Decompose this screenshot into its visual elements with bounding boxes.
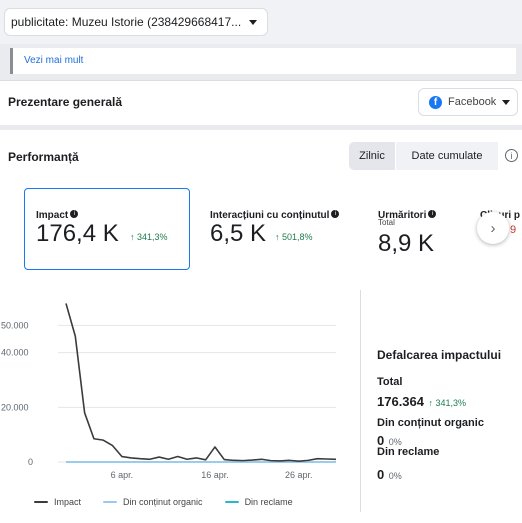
metric-interactions-change: ↑ 501,8%: [275, 232, 313, 242]
y-tick-label: 0: [28, 457, 33, 467]
metric-impact-change: ↑ 341,3%: [130, 232, 168, 242]
metric-interactions-value[interactable]: 6,5 K: [210, 220, 266, 248]
caret-down-icon: [502, 99, 511, 105]
chevron-right-icon[interactable]: ›: [477, 212, 509, 244]
impact-line-chart: 50.000 40.000 20.000 0 6 apr. 16 apr. 26 apr.: [1, 303, 337, 480]
metric-impact-value: 176,4 K: [36, 220, 119, 247]
breakdown-total-label: Total: [377, 376, 403, 388]
info-icon: i: [70, 209, 79, 218]
info-icon: i: [428, 209, 437, 218]
x-tick-label: 6 apr.: [111, 470, 134, 480]
segment-cumulative[interactable]: Date cumulate: [396, 142, 498, 170]
metric-followers-sublabel: Total: [378, 218, 395, 227]
caret-down-icon: [249, 19, 258, 25]
info-icon: i: [331, 209, 340, 218]
y-tick-label: 20.000: [1, 402, 29, 412]
see-more-link[interactable]: Vezi mai mult: [24, 55, 83, 66]
platform-select-label: Facebook: [448, 96, 497, 108]
overview-title: Prezentare generală: [8, 95, 123, 109]
breakdown-title: Defalcarea impactului: [377, 348, 502, 362]
breakdown-total-change: ↑ 341,3%: [428, 398, 466, 408]
divider: [360, 290, 361, 512]
x-tick-label: 16 apr.: [201, 470, 229, 480]
breakdown-total-row: 176.364 ↑ 341,3%: [377, 393, 466, 411]
legend-swatch-ads: [224, 500, 239, 504]
legend-swatch-impact: [34, 500, 48, 504]
breakdown-ads-label: Din reclame: [377, 446, 440, 458]
breakdown-total-value: 176.364: [377, 394, 424, 409]
breakdown-ads-row: 0 0%: [377, 466, 402, 484]
legend-swatch-organic: [103, 500, 118, 504]
x-tick-label: 26 apr.: [285, 470, 313, 480]
y-tick-label: 40.000: [1, 348, 29, 358]
ad-account-select[interactable]: publicitate: Muzeu Istorie (238429668417…: [4, 8, 269, 36]
series-line-impact: [65, 303, 337, 462]
metric-clicks-value: 9: [510, 224, 517, 236]
ad-account-label: publicitate: Muzeu Istorie (238429668417…: [11, 15, 242, 29]
legend: Impact Din conținut organic Din reclame: [34, 497, 293, 507]
metric-followers-value[interactable]: 8,9 K: [378, 230, 434, 258]
legend-label-impact: Impact: [54, 497, 82, 507]
performance-title: Performanță: [8, 150, 79, 164]
breakdown-ads-pct: 0%: [388, 471, 402, 481]
legend-label-organic: Din conținut organic: [123, 497, 203, 507]
platform-select[interactable]: f Facebook: [418, 88, 518, 116]
segment-daily[interactable]: Zilnic: [349, 142, 395, 170]
see-more-panel: [10, 48, 516, 74]
facebook-icon: f: [429, 95, 442, 109]
breakdown-ads-value: 0: [377, 467, 385, 482]
y-tick-label: 50.000: [1, 320, 29, 330]
info-icon[interactable]: i: [505, 149, 518, 162]
legend-label-ads: Din reclame: [244, 497, 293, 507]
breakdown-organic-label: Din conținut organic: [377, 417, 484, 429]
